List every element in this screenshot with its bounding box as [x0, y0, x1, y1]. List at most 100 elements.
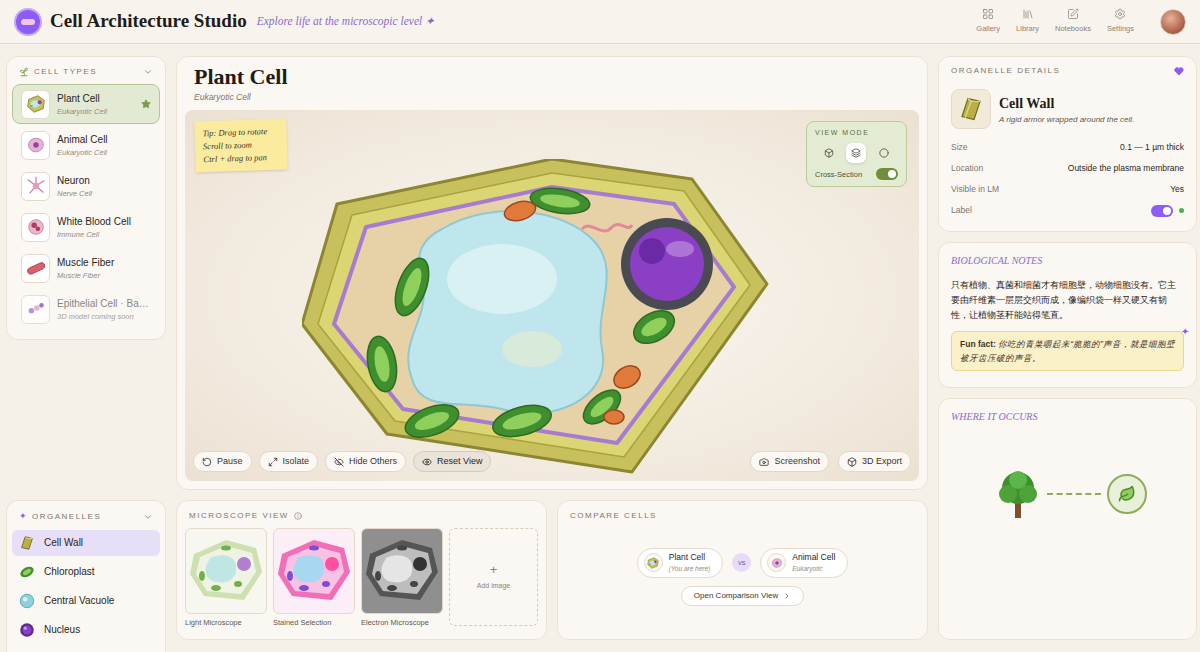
tool-button[interactable]: Hide Others — [325, 451, 406, 472]
cell-type-item[interactable]: Epithelial Cell · Ba…3D model coming soo… — [12, 289, 160, 329]
collapse-icon[interactable] — [143, 67, 153, 77]
center-column: Plant CellEukaryotic Cell Tip: Drag to ro… — [176, 56, 928, 652]
label-row: Label — [951, 200, 1184, 221]
view-mode-panel: VIEW MODECross-Section — [806, 121, 907, 188]
app-subtitle: Explore life at the microscopic level ✦ — [257, 13, 435, 30]
occurrence-diagram — [951, 424, 1184, 520]
cell-types-header: CELL TYPES — [7, 57, 165, 84]
cell-type-item[interactable]: Muscle FiberMuscle Fiber — [12, 248, 160, 288]
organelle-thumbnail — [951, 89, 991, 129]
box-icon — [847, 457, 857, 467]
cross-section-toggle[interactable] — [876, 168, 898, 180]
isolate-icon — [268, 457, 278, 467]
label-toggle[interactable] — [1151, 205, 1173, 217]
bottom-row: MICROSCOPE VIEWLight MicroscopeStained S… — [176, 500, 928, 640]
cell-thumbnail — [21, 213, 50, 242]
connector-line — [1047, 493, 1101, 495]
fun-fact-box: Fun fact: 你吃的青菜嚼起来“脆脆的”声音，就是细胞壁被牙齿压破的声音。… — [951, 331, 1184, 371]
biological-notes-panel: BIOLOGICAL NOTES只有植物、真菌和细菌才有细胞壁，动物细胞没有。它… — [938, 242, 1197, 388]
organelle-item[interactable]: Central Vacuole — [12, 588, 160, 614]
app-title: Cell Architecture Studio — [50, 7, 247, 36]
cell-thumbnail — [21, 90, 50, 119]
pause-icon — [202, 457, 212, 467]
status-dot — [1179, 208, 1184, 213]
cell-type-item[interactable]: Animal CellEukaryotic Cell — [12, 125, 160, 165]
hide-icon — [334, 457, 344, 467]
stained-micrograph — [274, 536, 354, 606]
toggle-knob — [888, 170, 896, 178]
top-nav: Gallery Library Notebooks Settings — [976, 8, 1186, 34]
vs-badge: vs — [732, 553, 751, 572]
star-icon[interactable] — [141, 99, 151, 109]
avatar[interactable] — [1160, 9, 1186, 35]
camera-icon — [759, 457, 769, 467]
viewer-title: Plant Cell — [194, 63, 910, 91]
heart-icon[interactable] — [1174, 66, 1184, 76]
notebook-icon — [1067, 8, 1079, 20]
wbc-cell-icon — [25, 216, 47, 238]
cell-type-item[interactable]: NeuronNerve Cell — [12, 166, 160, 206]
outline-icon — [879, 148, 889, 158]
open-comparison-button[interactable]: Open Comparison View — [681, 586, 804, 606]
collapse-icon[interactable] — [143, 512, 153, 522]
workspace: CELL TYPESPlant CellEukaryotic CellAnima… — [0, 44, 1200, 652]
tool-button[interactable]: Pause — [193, 451, 252, 472]
viewer-subtitle: Eukaryotic Cell — [194, 91, 910, 104]
animal-cell-icon — [770, 556, 784, 570]
tool-button[interactable]: Reset View — [413, 451, 491, 472]
left-sidebar: CELL TYPESPlant CellEukaryotic CellAnima… — [6, 56, 166, 652]
epithelial-cell-icon — [25, 298, 47, 320]
top-bar: Cell Architecture Studio Explore life at … — [0, 0, 1200, 44]
cell-type-item[interactable]: Plant CellEukaryotic Cell — [12, 84, 160, 124]
reset-icon — [422, 457, 432, 467]
microscope-image[interactable]: Light Microscope — [185, 528, 267, 628]
notes-text: 只有植物、真菌和细菌才有细胞壁，动物细胞没有。它主要由纤维素一层层交织而成，像编… — [951, 278, 1184, 323]
muscle-cell-icon — [25, 257, 47, 279]
plant-badge — [1107, 474, 1147, 514]
compare-cell-chip[interactable]: Plant Cell(You are here) — [637, 548, 724, 578]
leaf-icon — [1118, 485, 1136, 503]
view-mode-button[interactable] — [819, 143, 839, 163]
detail-row: LocationOutside the plasma membrane — [951, 158, 1184, 179]
plant-cell-icon — [646, 556, 660, 570]
viewer-canvas[interactable]: Tip: Drag to rotateScroll to zoomCtrl + … — [185, 110, 919, 481]
wall-icon — [18, 534, 36, 552]
microscope-image[interactable]: Stained Selection — [273, 528, 355, 628]
tree-icon — [995, 468, 1041, 520]
action-buttons: Screenshot 3D Export — [750, 451, 911, 472]
microscope-image[interactable]: Electron Microscope — [361, 528, 443, 628]
organelle-item[interactable]: Cell Wall — [12, 530, 160, 556]
sprout-icon — [19, 67, 29, 77]
tool-button[interactable]: Isolate — [259, 451, 319, 472]
cell-wall-icon — [956, 94, 986, 124]
where-it-occurs-panel: WHERE IT OCCURS — [938, 398, 1197, 640]
light-micrograph — [186, 536, 266, 606]
organelles-header: ✦ORGANELLES — [7, 501, 165, 530]
add-image-button[interactable]: +Add image — [449, 528, 538, 626]
nav-item[interactable]: Settings — [1107, 8, 1134, 34]
plant-cell-model[interactable] — [302, 159, 782, 479]
action-button[interactable]: 3D Export — [838, 451, 911, 472]
cell-type-item[interactable]: White Blood CellImmune Cell — [12, 207, 160, 247]
nav-item[interactable]: Gallery — [976, 8, 1000, 34]
compare-cell-chip[interactable]: Animal CellEukaryotic — [760, 548, 848, 578]
detail-row: Size0.1 — 1 µm thick — [951, 137, 1184, 158]
nav-item[interactable]: Notebooks — [1055, 8, 1091, 34]
plant-cell-icon — [25, 93, 47, 115]
nav-item[interactable]: Library — [1016, 8, 1039, 34]
view-mode-button[interactable] — [846, 143, 866, 163]
animal-cell-icon — [25, 134, 47, 156]
organelle-item[interactable]: Nucleus — [12, 617, 160, 643]
cell-thumbnail — [21, 295, 50, 324]
viewer-panel: Plant CellEukaryotic Cell Tip: Drag to ro… — [176, 56, 928, 490]
info-icon[interactable] — [294, 512, 302, 520]
grid-icon — [982, 8, 994, 20]
cell-thumbnail — [21, 131, 50, 160]
view-mode-button[interactable] — [874, 143, 894, 163]
nucleus-icon — [18, 621, 36, 639]
action-button[interactable]: Screenshot — [750, 451, 829, 472]
organelle-item[interactable]: Chloroplast — [12, 559, 160, 585]
chevron-right-icon — [783, 592, 791, 600]
library-icon — [1022, 8, 1034, 20]
cell-thumbnail — [21, 254, 50, 283]
